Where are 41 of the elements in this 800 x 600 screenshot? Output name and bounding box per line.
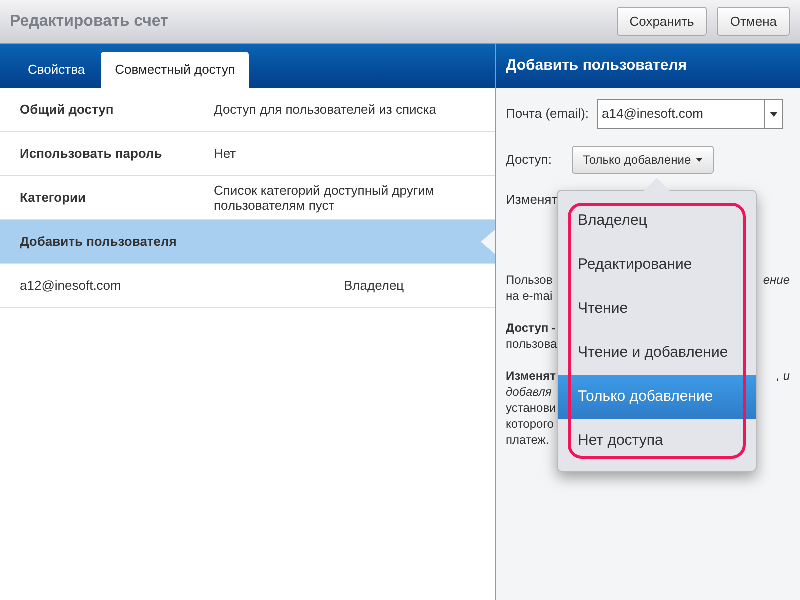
menu-item[interactable]: Чтение xyxy=(558,287,756,331)
help-text: на e-mai xyxy=(506,288,553,304)
access-dropdown[interactable]: Только добавление xyxy=(572,146,714,174)
email-field[interactable]: a14@inesoft.com xyxy=(597,99,766,129)
help-text: которого xyxy=(506,416,554,432)
change-label: Изменят xyxy=(506,191,558,210)
help-text: ение xyxy=(763,272,790,288)
setting-label: Использовать пароль xyxy=(20,144,164,163)
menu-item[interactable]: Владелец xyxy=(558,199,756,243)
menu-item[interactable]: Нет доступа xyxy=(558,419,756,463)
help-text: платеж. xyxy=(506,432,550,448)
menu-item[interactable]: Только добавление xyxy=(558,375,756,419)
panel-title: Добавить пользователя xyxy=(506,56,687,76)
email-label: Почта (email): xyxy=(506,105,590,124)
help-text: установи xyxy=(506,400,556,416)
setting-value: Нет xyxy=(214,146,238,161)
toolbar-button[interactable]: Сохранить xyxy=(616,7,708,36)
dropdown-toggle[interactable] xyxy=(765,99,784,129)
help-text: Изменят xyxy=(506,368,556,384)
menu-item[interactable]: Редактирование xyxy=(558,243,756,287)
user-access: Владелец xyxy=(344,276,404,295)
tab[interactable]: Свойства xyxy=(14,52,100,88)
caret-icon xyxy=(696,158,704,162)
help-text: Доступ - xyxy=(506,320,556,336)
menu-item[interactable]: Чтение и добавление xyxy=(558,331,756,375)
setting-value: Доступ для пользователей из списка xyxy=(214,102,438,117)
help-text: пользова xyxy=(506,336,558,352)
help-text: , и xyxy=(776,368,790,384)
settings-row[interactable]: Добавить пользователя xyxy=(0,220,495,264)
toolbar-button[interactable]: Отмена xyxy=(717,7,790,36)
setting-label: Добавить пользователя xyxy=(20,232,178,251)
user-email: a12@inesoft.com xyxy=(20,276,122,295)
setting-label: Общий доступ xyxy=(20,100,115,119)
setting-label: Категории xyxy=(20,188,88,207)
window-title: Редактировать счет xyxy=(10,12,168,32)
setting-value: Список категорий доступный другим пользователям пуст xyxy=(214,182,436,212)
access-label: Доступ: xyxy=(506,151,552,170)
help-text: Пользов xyxy=(506,272,553,288)
help-text: добавля xyxy=(506,384,552,400)
tab[interactable]: Совместный доступ xyxy=(101,52,250,88)
caret-icon xyxy=(770,112,778,116)
